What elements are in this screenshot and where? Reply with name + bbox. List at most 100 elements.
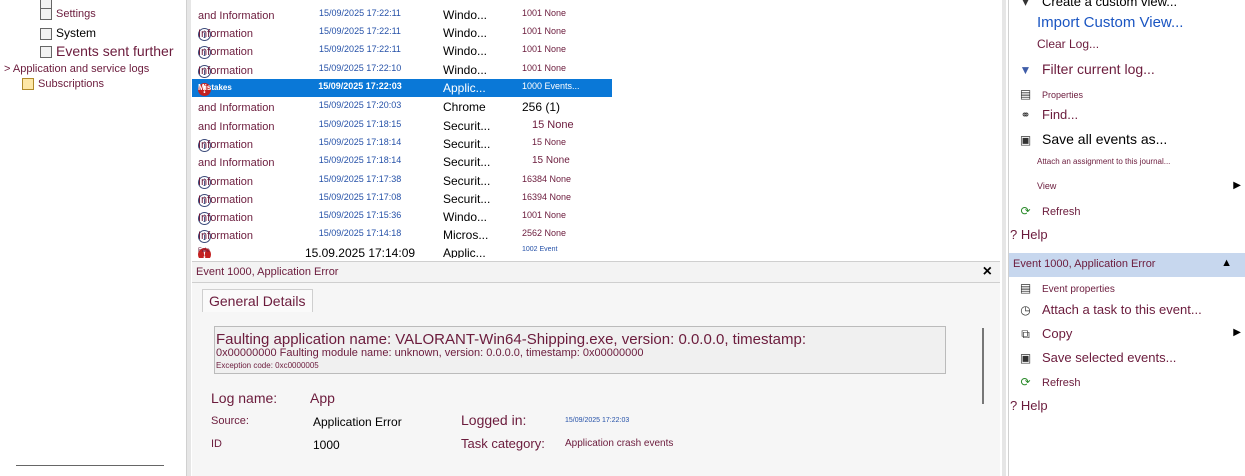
event-id-cell: 256 (1) [522,100,561,114]
table-row-selected[interactable]: ! Mistakes 15/09/2025 17:22:03 Applic... … [192,79,612,97]
action-refresh[interactable]: ⟳ Refresh [1019,375,1080,389]
source-label: Source: [211,415,249,427]
actions-pane: ▾ Create a custom view... Import Custom V… [1008,0,1245,476]
event-id-cell: 15 None [532,155,570,166]
event-id-cell: 1001 None [522,8,567,18]
collapse-arrow-icon[interactable]: ▲ [1221,257,1232,269]
tree-item-label: > Application and service logs [4,63,150,75]
action-copy[interactable]: ⧉ Copy ▶ [1019,326,1241,342]
properties-icon: ▤ [1019,281,1032,295]
table-row[interactable]: i Information 15/09/2025 17:22:10 Windo..… [192,61,612,79]
console-tree: Settings System Events sent further > Ap… [0,0,187,476]
action-help[interactable]: ? Help [1010,398,1048,413]
event-detail-header: Event 1000, Application Error × [192,261,1000,283]
tree-item-system[interactable]: System [40,26,96,40]
section-header-event[interactable]: Event 1000, Application Error ▲ [1009,253,1245,277]
tree-item-settings[interactable]: Settings [40,8,96,21]
description-line: Faulting application name: VALORANT-Win6… [216,331,807,348]
table-row[interactable]: i Information 15/09/2025 17:22:11 Windo..… [192,24,612,42]
action-import-custom-view[interactable]: Import Custom View... [1037,14,1183,31]
source-cell: Securit... [443,137,491,151]
event-id-cell: 1001 None [522,63,567,73]
table-row[interactable]: i Information 15/09/2025 17:22:11 Windo..… [192,42,612,60]
table-row[interactable]: i Information 15/09/2025 17:17:08 Securit… [192,190,612,208]
source-cell: Securit... [443,174,491,188]
tree-item-label: Settings [56,8,96,20]
refresh-icon: ⟳ [1020,375,1031,389]
datetime-cell: 15/09/2025 17:18:15 [318,119,402,129]
description-scrollbar[interactable] [982,328,984,404]
action-help[interactable]: ? Help [1010,227,1048,242]
tab-general-details[interactable]: General Details [202,289,313,312]
table-row[interactable]: i Information 15/09/2025 17:18:14 Securit… [192,135,612,153]
source-cell: Applic... [443,246,486,258]
table-row[interactable]: i Information 15/09/2025 17:17:38 Securit… [192,172,612,190]
description-line: 0x00000000 Faulting module name: unknown… [216,347,644,359]
action-attach-task[interactable]: ◷ Attach a task to this event... [1019,302,1201,317]
id-value: 1000 [313,438,340,452]
tree-item-label: System [56,26,97,40]
table-row[interactable]: ! Fale 15.09.2025 17:14:09 Applic... 1002… [192,244,612,258]
table-row[interactable]: and Information 15/09/2025 17:20:03 Chro… [192,98,612,116]
tree-item-subscriptions[interactable]: Subscriptions [22,78,105,91]
source-cell: Windo... [443,8,488,22]
datetime-cell: 15/09/2025 17:14:18 [318,228,402,238]
section-title: Event 1000, Application Error [1013,258,1156,270]
action-refresh[interactable]: ⟳ Refresh [1019,204,1080,218]
tree-item-events-sent-further[interactable]: Events sent further [40,43,174,59]
log-icon [40,46,52,59]
table-row[interactable]: i Information 15/09/2025 17:15:36 Windo..… [192,208,612,226]
datetime-cell: 15/09/2025 17:15:36 [318,210,402,220]
event-id-cell: 1000 Events... [522,81,580,91]
filter-icon: ▼ [1019,63,1032,77]
log-name-value: App [310,390,335,406]
table-row[interactable]: and Information 15/09/2025 17:18:14 Secu… [192,153,612,171]
action-create-custom-view[interactable]: ▾ Create a custom view... [1019,0,1177,9]
datetime-cell: 15/09/2025 17:22:10 [318,63,402,73]
datetime-cell: 15/09/2025 17:22:11 [319,26,401,36]
pane-splitter[interactable] [187,0,191,476]
event-id-cell: 1001 None [522,210,567,220]
action-save-selected-events[interactable]: ▣ Save selected events... [1019,350,1177,365]
save-icon: ▣ [1019,351,1032,365]
tree-item-application-service-logs[interactable]: > Application and service logs [4,63,149,75]
event-id-cell: 16384 None [522,174,572,184]
id-label: ID [211,438,222,450]
action-find[interactable]: ⚭ Find... [1019,107,1078,122]
horizontal-scrollbar[interactable] [16,465,164,466]
datetime-cell: 15/09/2025 17:20:03 [318,100,402,110]
logged-value: 15/09/2025 17:22:03 [565,417,630,424]
subscriptions-icon [22,78,34,91]
source-cell: Windo... [443,63,488,77]
datetime-cell: 15/09/2025 17:18:14 [318,155,402,165]
close-icon[interactable]: × [983,263,992,281]
save-icon: ▣ [1019,133,1032,147]
tree-item-label: Subscriptions [38,78,105,90]
logged-label: Logged in: [461,412,527,428]
event-viewer-center: and Information 15/09/2025 17:22:11 Wind… [192,0,1000,476]
log-name-label: Log name: [211,390,278,406]
submenu-arrow-icon: ▶ [1233,180,1241,191]
source-cell: Windo... [443,210,488,224]
task-icon: ◷ [1020,303,1031,317]
funnel-icon: ▾ [1022,0,1029,9]
table-row[interactable]: and Information 15/09/2025 17:22:11 Wind… [192,6,612,24]
pane-splitter[interactable] [1002,0,1006,476]
task-category-value: Application crash events [565,438,674,449]
source-cell: Securit... [443,155,491,169]
source-cell: Windo... [443,44,488,58]
event-id-cell: 1001 None [522,44,567,54]
action-attach-journal[interactable]: Attach an assignment to this journal... [1037,157,1170,166]
event-detail-panel: General Details Faulting application nam… [192,283,1000,476]
table-row[interactable]: i Information 15/09/2025 17:14:18 Micros.… [192,226,612,244]
action-filter-log[interactable]: ▼ Filter current log... [1019,61,1155,77]
refresh-icon: ⟳ [1020,204,1031,218]
action-event-properties[interactable]: ▤ Event properties [1019,281,1115,295]
action-view[interactable]: View ▶ [1037,180,1245,191]
action-properties[interactable]: ▤ Properties [1019,87,1083,101]
action-save-all-events[interactable]: ▣ Save all events as... [1019,131,1167,147]
table-row[interactable]: and Information 15/09/2025 17:18:15 Secu… [192,117,612,135]
source-cell: Micros... [443,228,489,242]
task-category-label: Task category: [461,436,545,451]
action-clear-log[interactable]: Clear Log... [1037,37,1099,51]
